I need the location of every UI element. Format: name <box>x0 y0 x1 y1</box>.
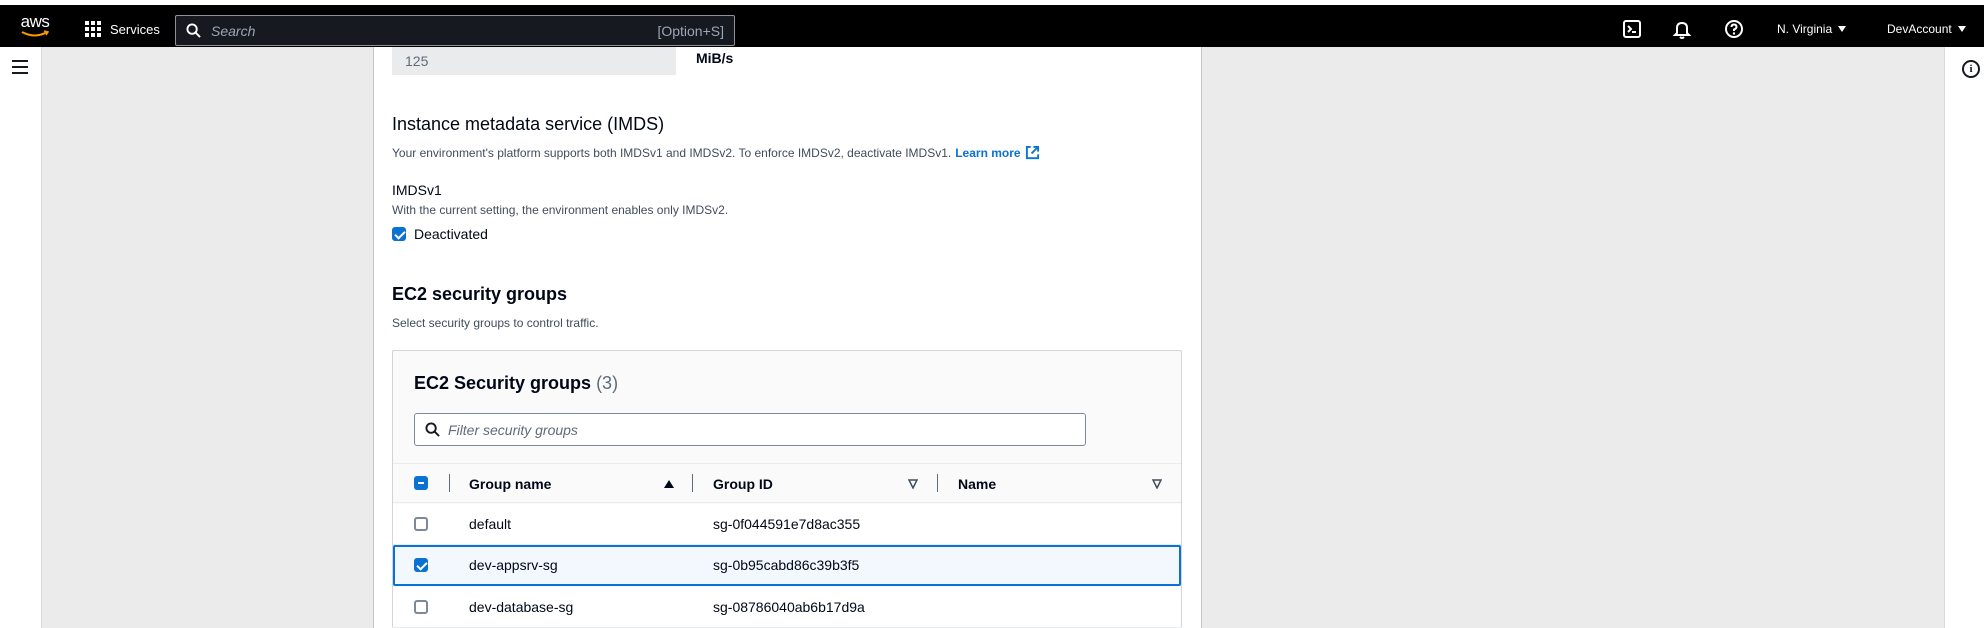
deactivated-checkbox[interactable] <box>392 227 406 241</box>
deactivated-label: Deactivated <box>414 226 488 242</box>
external-link-icon[interactable] <box>1025 145 1040 160</box>
throughput-input[interactable]: 125 <box>392 47 676 75</box>
aws-logo-text: aws <box>20 12 50 31</box>
search-icon <box>186 23 201 38</box>
column-divider <box>937 474 938 492</box>
aws-logo[interactable]: aws <box>17 12 53 40</box>
sort-ascending-icon[interactable] <box>664 479 674 489</box>
table-header-row: Group name Group ID Name <box>393 463 1181 503</box>
row-checkbox[interactable] <box>414 600 428 614</box>
filter-security-groups-input[interactable] <box>448 421 1075 438</box>
ec2-security-groups-heading: EC2 security groups <box>392 284 568 304</box>
table-title: EC2 Security groups (3) <box>414 373 618 394</box>
column-divider <box>449 474 450 492</box>
menu-hamburger-icon[interactable] <box>12 60 28 74</box>
table-row[interactable]: dev-database-sg sg-08786040ab6b17d9a <box>393 587 1181 628</box>
search-icon <box>425 422 440 437</box>
info-icon[interactable]: i <box>1962 60 1980 78</box>
imdsv1-label: IMDSv1 <box>392 182 442 198</box>
sort-unsorted-icon[interactable] <box>908 479 918 489</box>
group-id-cell: sg-0b95cabd86c39b3f5 <box>713 557 860 573</box>
throughput-unit-label: MiB/s <box>696 50 734 66</box>
apps-grid-icon <box>85 20 102 38</box>
search-shortcut-hint: [Option+S] <box>657 22 724 39</box>
learn-more-link[interactable]: Learn more <box>955 146 1020 160</box>
aws-smile-icon <box>21 30 50 37</box>
table-row[interactable]: dev-appsrv-sg sg-0b95cabd86c39b3f5 <box>393 545 1181 586</box>
imds-description-text: Your environment's platform supports bot… <box>392 145 952 160</box>
global-search-input[interactable] <box>211 22 658 39</box>
table-row[interactable]: default sg-0f044591e7d8ac355 <box>393 504 1181 545</box>
select-all-checkbox[interactable] <box>414 476 428 490</box>
page-background-left <box>42 47 373 628</box>
group-name-cell: dev-database-sg <box>469 599 574 615</box>
group-id-cell: sg-0f044591e7d8ac355 <box>713 516 861 532</box>
top-navigation-bar: aws Services [Option+S] N. Virginia Dev <box>0 0 1984 47</box>
filter-security-groups-field[interactable] <box>414 413 1086 446</box>
cloudshell-icon[interactable] <box>1622 19 1642 39</box>
region-label: N. Virginia <box>1777 22 1833 36</box>
help-icon[interactable] <box>1724 19 1744 39</box>
help-panel-rail: i <box>1944 47 1984 628</box>
services-menu-button[interactable]: Services <box>85 17 160 41</box>
ec2-security-groups-description: Select security groups to control traffi… <box>392 316 599 330</box>
imdsv1-description: With the current setting, the environmen… <box>392 203 729 217</box>
account-menu[interactable]: DevAccount <box>1887 22 1966 36</box>
imds-heading: Instance metadata service (IMDS) <box>392 114 665 134</box>
column-header-name[interactable]: Name <box>958 476 996 492</box>
notifications-bell-icon[interactable] <box>1672 19 1692 39</box>
sort-unsorted-icon[interactable] <box>1152 479 1162 489</box>
side-navigation-rail <box>0 47 42 628</box>
caret-down-icon <box>1957 26 1966 32</box>
table-count: (3) <box>596 373 619 393</box>
row-checkbox[interactable] <box>414 517 428 531</box>
imds-description: Your environment's platform supports bot… <box>392 145 1040 160</box>
services-label: Services <box>110 21 160 37</box>
column-header-group-name[interactable]: Group name <box>469 476 551 492</box>
row-checkbox[interactable] <box>414 558 428 572</box>
region-selector[interactable]: N. Virginia <box>1777 22 1847 36</box>
group-id-cell: sg-08786040ab6b17d9a <box>713 599 865 615</box>
page-background-right <box>1202 47 1944 628</box>
column-divider <box>692 474 693 492</box>
account-label: DevAccount <box>1887 22 1952 36</box>
table-title-text: EC2 Security groups <box>414 373 592 393</box>
caret-down-icon <box>1838 26 1847 32</box>
global-search-box[interactable]: [Option+S] <box>175 15 735 46</box>
group-name-cell: dev-appsrv-sg <box>469 557 558 573</box>
column-header-group-id[interactable]: Group ID <box>713 476 773 492</box>
group-name-cell: default <box>469 516 512 532</box>
deactivated-checkbox-row[interactable]: Deactivated <box>392 226 488 242</box>
security-groups-table: EC2 Security groups (3) Group name Group… <box>392 350 1182 628</box>
